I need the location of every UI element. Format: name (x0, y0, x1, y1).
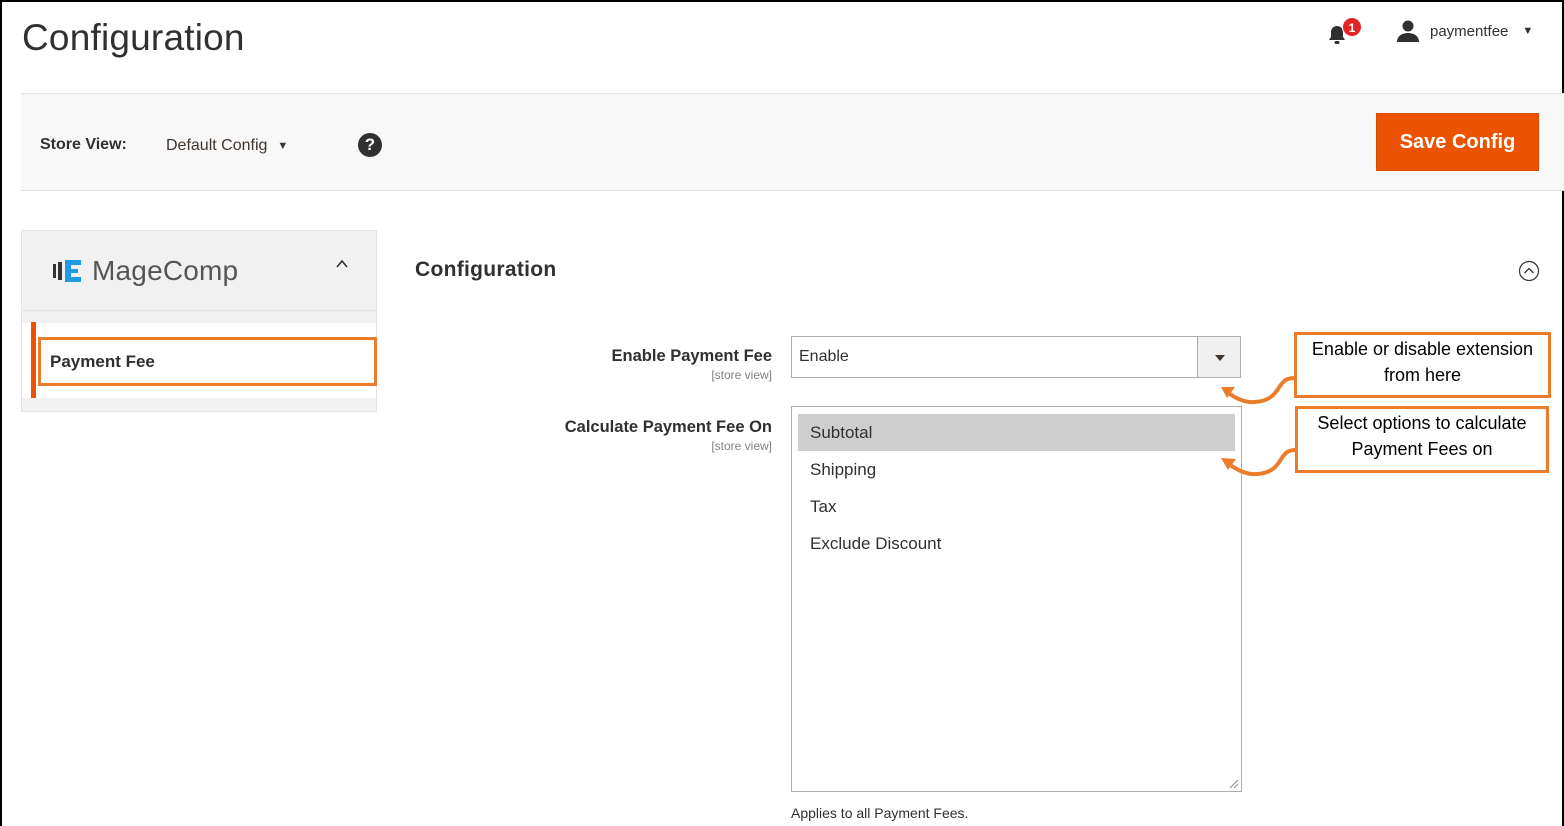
option-subtotal[interactable]: Subtotal (798, 414, 1235, 451)
collapse-section-icon[interactable] (1518, 260, 1540, 282)
help-icon[interactable]: ? (358, 133, 382, 157)
callout-enable: Enable or disable extension from here (1294, 332, 1551, 398)
callout-text: Enable or disable extension (1311, 339, 1534, 359)
magecomp-logo-icon (53, 260, 81, 282)
select-value: Enable (799, 348, 849, 365)
section-title[interactable]: Configuration (415, 258, 557, 282)
page-title: Configuration (22, 17, 245, 58)
option-tax[interactable]: Tax (798, 488, 1235, 525)
option-shipping[interactable]: Shipping (798, 451, 1235, 488)
enable-payment-fee-select[interactable]: Enable (791, 336, 1241, 378)
caret-down-icon: ▼ (1522, 25, 1534, 37)
callout-text: from here (1383, 365, 1462, 385)
scope-label: [store view] (711, 368, 772, 382)
user-menu[interactable]: paymentfee ▼ (1396, 20, 1533, 42)
store-view-label: Store View: (40, 136, 127, 153)
config-sidebar: MageComp Payment Fee (21, 230, 377, 412)
active-item-indicator (31, 322, 36, 398)
store-view-value: Default Config (166, 137, 268, 154)
user-icon (1397, 20, 1419, 42)
notification-count-badge: 1 (1342, 17, 1362, 37)
enable-payment-fee-label-group: Enable Payment Fee [store view] (412, 347, 772, 382)
store-view-bar: Store View: Default Config ▼ ? Save Conf… (21, 93, 1564, 191)
sidebar-item-payment-fee[interactable]: Payment Fee (38, 337, 377, 386)
scope-label: [store view] (711, 439, 772, 453)
field-note: Applies to all Payment Fees. (791, 805, 969, 821)
sidebar-group-header[interactable]: MageComp (22, 231, 376, 311)
option-exclude-discount[interactable]: Exclude Discount (798, 525, 1235, 562)
brand-name: MageComp (92, 255, 239, 286)
calculate-payment-fee-on-label: Calculate Payment Fee On (564, 418, 772, 436)
callout-arrows (1221, 376, 1296, 477)
calculate-payment-fee-multiselect[interactable]: Subtotal Shipping Tax Exclude Discount (791, 406, 1242, 792)
resize-grip-icon[interactable] (1227, 777, 1239, 789)
magecomp-logo: MageComp (52, 255, 238, 287)
caret-down-icon: ▼ (277, 140, 289, 152)
enable-payment-fee-label: Enable Payment Fee (611, 347, 772, 365)
username: paymentfee (1430, 22, 1509, 40)
callout-calculate: Select options to calculate Payment Fees… (1295, 406, 1549, 473)
callout-text: Select options to calculate (1317, 413, 1527, 433)
callout-text: Payment Fees on (1351, 439, 1493, 459)
calculate-fee-label-group: Calculate Payment Fee On [store view] (412, 418, 772, 453)
save-config-button[interactable]: Save Config (1376, 113, 1539, 171)
chevron-up-icon[interactable] (334, 256, 350, 272)
store-view-switcher[interactable]: Default Config ▼ (166, 137, 288, 155)
